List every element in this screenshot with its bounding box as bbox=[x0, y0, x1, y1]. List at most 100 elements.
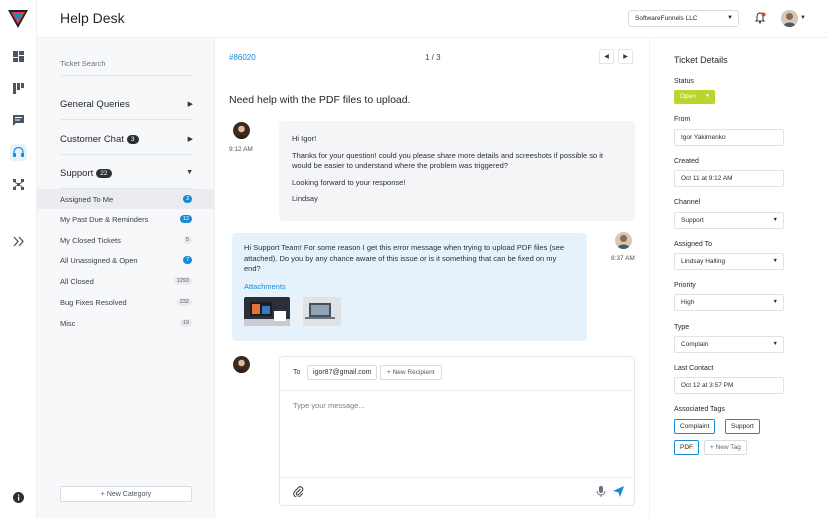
group-count-badge: 3 bbox=[126, 135, 139, 144]
expand-icon[interactable] bbox=[10, 233, 27, 250]
chevron-right-icon: ▶ bbox=[187, 136, 193, 143]
status-value: Open bbox=[680, 93, 696, 100]
priority-value: High bbox=[681, 299, 695, 306]
type-label: Type bbox=[674, 324, 690, 331]
queue-item-label: All Closed bbox=[60, 277, 94, 286]
chevron-down-icon: ▼ bbox=[772, 217, 778, 223]
priority-select[interactable]: High ▼ bbox=[674, 294, 784, 311]
queue-count-badge: 1293 bbox=[173, 277, 192, 285]
message-input[interactable]: Type your message... bbox=[293, 401, 365, 410]
chevron-down-icon: ▼ bbox=[772, 341, 778, 347]
company-select-value: SoftwareFunnels LLC bbox=[635, 15, 698, 22]
page-title: Help Desk bbox=[60, 10, 125, 26]
channel-value: Support bbox=[681, 217, 704, 224]
group-customer-chat[interactable]: Customer Chat 3 ▶ bbox=[60, 125, 193, 155]
attachments-label: Attachments bbox=[244, 281, 286, 291]
message-body: Hi Support Team! For some reason I get t… bbox=[244, 243, 565, 273]
group-general-queries[interactable]: General Queries ▶ bbox=[60, 90, 193, 120]
ticket-subject: Need help with the PDF files to upload. bbox=[229, 94, 411, 106]
queue-count-badge: 5 bbox=[182, 236, 192, 244]
new-recipient-button[interactable]: + New Recipient bbox=[380, 365, 442, 380]
queue-item-misc[interactable]: Misc 19 bbox=[37, 313, 214, 333]
assigned-label: Assigned To bbox=[674, 241, 713, 248]
agent-message-bubble: Hi Igor! Thanks for your question! could… bbox=[279, 121, 635, 221]
notification-bell-icon[interactable] bbox=[754, 12, 766, 24]
queue-item-assigned-to-me[interactable]: Assigned To Me 3 bbox=[37, 189, 214, 209]
details-title: Ticket Details bbox=[674, 55, 728, 65]
type-select[interactable]: Complain ▼ bbox=[674, 336, 784, 353]
chevron-right-icon: ▶ bbox=[623, 54, 628, 60]
top-header: Help Desk SoftwareFunnels LLC ▼ ▼ bbox=[37, 0, 828, 38]
status-label: Status bbox=[674, 78, 694, 85]
from-label: From bbox=[674, 116, 691, 123]
queue-item-closed-tickets[interactable]: My Closed Tickets 5 bbox=[37, 230, 214, 250]
customer-avatar bbox=[615, 232, 632, 249]
assigned-value: Lindsay Halling bbox=[681, 258, 726, 265]
chevron-left-icon: ◀ bbox=[604, 54, 609, 60]
queue-item-all-closed[interactable]: All Closed 1293 bbox=[37, 271, 214, 291]
chevron-down-icon: ▼ bbox=[772, 299, 778, 305]
channel-label: Channel bbox=[674, 199, 701, 206]
from-field[interactable]: Igor Yakimenko bbox=[674, 129, 784, 146]
avatar-chevron-icon[interactable]: ▼ bbox=[800, 15, 806, 21]
conversation-panel: #86020 1 / 3 ◀ ▶ Need help with the PDF … bbox=[215, 38, 649, 518]
ticket-id-link[interactable]: #86020 bbox=[229, 53, 256, 62]
recipient-chip[interactable]: igor87@gmail.com bbox=[307, 365, 378, 380]
org-chart-icon[interactable] bbox=[10, 176, 27, 193]
dashboard-icon[interactable] bbox=[10, 48, 27, 65]
status-dropdown[interactable]: Open ▼ bbox=[674, 90, 715, 104]
to-label: To bbox=[293, 369, 301, 376]
queue-item-label: My Past Due & Reminders bbox=[60, 215, 149, 224]
reply-composer: To igor87@gmail.com + New Recipient Type… bbox=[279, 356, 635, 506]
headset-icon[interactable] bbox=[10, 144, 27, 161]
created-field: Oct 11 at 9:12 AM bbox=[674, 170, 784, 187]
channel-select[interactable]: Support ▼ bbox=[674, 212, 784, 229]
queue-count-badge: 7 bbox=[182, 256, 192, 264]
agent-avatar bbox=[233, 356, 250, 373]
queue-item-label: My Closed Tickets bbox=[60, 236, 121, 245]
attachments-list bbox=[244, 297, 575, 326]
message-time: 9:12 AM bbox=[229, 146, 253, 153]
queue-item-label: Misc bbox=[60, 319, 76, 328]
attachment-thumbnail[interactable] bbox=[295, 297, 341, 326]
queue-count-badge: 3 bbox=[182, 195, 192, 203]
group-label: Customer Chat bbox=[60, 134, 124, 145]
ticket-search[interactable]: Ticket Search bbox=[60, 52, 192, 76]
new-category-button[interactable]: + New Category bbox=[60, 486, 192, 502]
queue-item-unassigned-open[interactable]: All Unassigned & Open 7 bbox=[37, 250, 214, 270]
chevron-right-icon: ▶ bbox=[187, 101, 193, 108]
queue-count-badge: 232 bbox=[176, 298, 192, 306]
info-icon[interactable] bbox=[10, 489, 27, 506]
queue-item-bug-fixes[interactable]: Bug Fixes Resolved 232 bbox=[37, 292, 214, 312]
message-closing: Looking forward to your response! bbox=[292, 177, 406, 187]
paperclip-icon[interactable] bbox=[293, 486, 304, 497]
microphone-icon[interactable] bbox=[596, 486, 606, 497]
queue-item-past-due[interactable]: My Past Due & Reminders 12 bbox=[37, 209, 214, 229]
chat-icon[interactable] bbox=[10, 112, 27, 129]
kanban-icon[interactable] bbox=[10, 80, 27, 97]
assigned-select[interactable]: Lindsay Halling ▼ bbox=[674, 253, 784, 270]
attachment-thumbnail[interactable] bbox=[244, 297, 290, 326]
queue-count-badge: 12 bbox=[179, 215, 192, 223]
send-icon[interactable] bbox=[613, 486, 624, 497]
queue-item-label: Assigned To Me bbox=[60, 195, 114, 204]
ticket-details-panel: Ticket Details Status Open ▼ From Igor Y… bbox=[649, 38, 828, 518]
prev-ticket-button[interactable]: ◀ bbox=[599, 49, 614, 64]
chevron-down-icon: ▼ bbox=[705, 93, 710, 99]
queue-item-label: All Unassigned & Open bbox=[60, 256, 138, 265]
new-tag-button[interactable]: + New Tag bbox=[704, 440, 747, 455]
chevron-down-icon: ▼ bbox=[186, 169, 193, 176]
logo-icon[interactable] bbox=[7, 9, 29, 29]
divider bbox=[280, 477, 635, 478]
user-avatar[interactable] bbox=[781, 10, 798, 27]
company-select[interactable]: SoftwareFunnels LLC ▼ bbox=[628, 10, 739, 27]
tag-pdf[interactable]: PDF bbox=[674, 440, 699, 455]
agent-avatar bbox=[233, 122, 250, 139]
message-signature: Lindsay bbox=[292, 194, 318, 203]
message-body: Thanks for your question! could you plea… bbox=[292, 150, 604, 171]
tag-complaint[interactable]: Complaint bbox=[674, 419, 716, 434]
next-ticket-button[interactable]: ▶ bbox=[618, 49, 633, 64]
group-support[interactable]: Support 22 ▼ bbox=[60, 159, 193, 189]
ticket-pager: 1 / 3 bbox=[425, 53, 441, 62]
tag-support[interactable]: Support bbox=[725, 419, 760, 434]
